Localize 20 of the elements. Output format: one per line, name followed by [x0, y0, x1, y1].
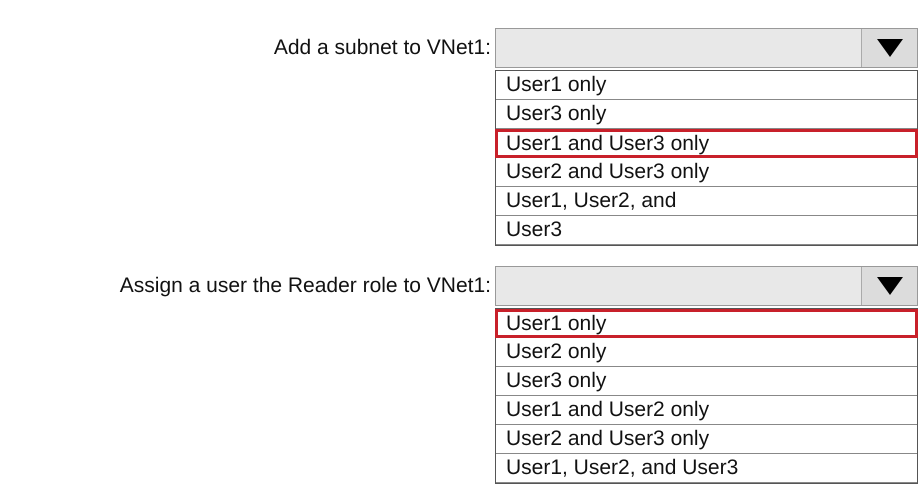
dropdown-button[interactable]	[861, 267, 917, 305]
dropdown-field[interactable]	[495, 266, 918, 306]
dropdown-option[interactable]: User1, User2, and User3	[496, 454, 917, 483]
dropdown-option[interactable]: User3 only	[496, 100, 917, 129]
dropdown-field[interactable]	[495, 28, 918, 68]
dropdown-option[interactable]: User1 only	[495, 309, 918, 338]
dropdown-option[interactable]: User1 and User3 only	[495, 129, 918, 158]
dropdown-option[interactable]: User1 only	[496, 71, 917, 100]
dropdown-option[interactable]: User2 and User3 only	[496, 158, 917, 187]
dropdown-option[interactable]: User2 only	[496, 338, 917, 367]
question-label: Assign a user the Reader role to VNet1:	[120, 273, 491, 300]
dropdown-option[interactable]: User2 and User3 only	[496, 425, 917, 454]
caret-icon	[876, 277, 902, 295]
dropdown-button[interactable]	[861, 29, 917, 67]
caret-icon	[876, 39, 902, 57]
dropdown-option[interactable]: User3	[496, 216, 917, 245]
dropdown-option[interactable]: User3 only	[496, 367, 917, 396]
dropdown-option[interactable]: User1, User2, and	[496, 187, 917, 216]
question-label: Add a subnet to VNet1:	[274, 35, 491, 62]
dropdown-option[interactable]: User1 and User2 only	[496, 396, 917, 425]
